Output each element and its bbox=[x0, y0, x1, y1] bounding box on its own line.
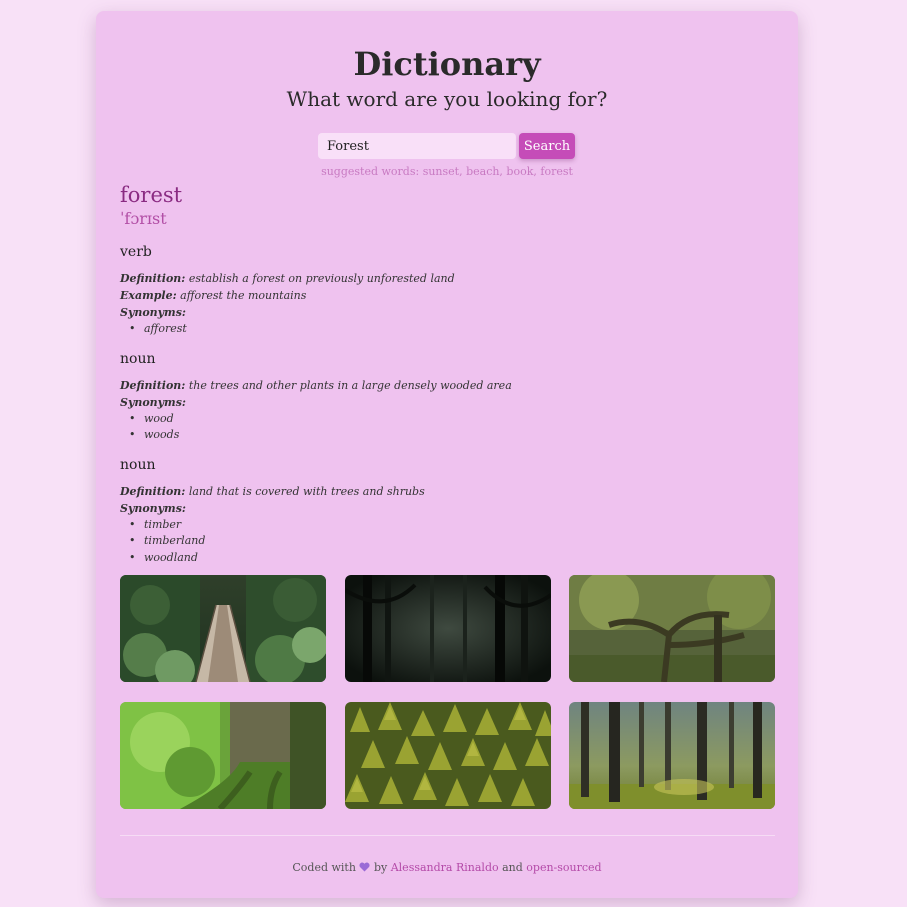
suggested-words: suggested words: sunset, beach, book, fo… bbox=[321, 165, 573, 178]
photo-gallery bbox=[120, 575, 775, 809]
definition-label: Definition: bbox=[120, 272, 186, 285]
synonyms-list: afforest bbox=[120, 321, 760, 338]
forest-photo[interactable] bbox=[569, 702, 775, 809]
definition: Definition: land that is covered with tr… bbox=[120, 483, 760, 500]
open-sourced-link[interactable]: open-sourced bbox=[526, 861, 601, 874]
search-input[interactable] bbox=[318, 133, 516, 159]
part-of-speech: noun bbox=[120, 456, 156, 473]
meaning-item: noun Definition: the trees and other pla… bbox=[120, 350, 760, 444]
forest-photo[interactable] bbox=[120, 702, 326, 809]
definition-label: Definition: bbox=[120, 484, 186, 498]
meaning-item: verb Definition: establish a forest on p… bbox=[120, 243, 760, 338]
definition: Definition: the trees and other plants i… bbox=[120, 377, 760, 394]
part-of-speech: noun bbox=[120, 350, 156, 367]
synonyms-label: Synonyms: bbox=[120, 501, 186, 515]
synonym-item: afforest bbox=[120, 321, 760, 338]
forest-photo[interactable] bbox=[344, 575, 551, 682]
synonyms-label: Synonyms: bbox=[120, 395, 186, 409]
forest-photo[interactable] bbox=[120, 575, 326, 682]
definition-text: land that is covered with trees and shru… bbox=[188, 484, 425, 498]
result-word: forest bbox=[120, 183, 183, 207]
footer-divider bbox=[120, 835, 775, 836]
part-of-speech: verb bbox=[120, 244, 152, 260]
definition-text: the trees and other plants in a large de… bbox=[188, 378, 512, 392]
footer: Coded with by Alessandra Rinaldo and ope… bbox=[292, 861, 602, 875]
synonym-item: woods bbox=[120, 427, 760, 444]
synonym-item: wood bbox=[120, 411, 760, 428]
search-button[interactable]: Search bbox=[519, 133, 575, 159]
definition-text: establish a forest on previously unfores… bbox=[188, 272, 455, 285]
page-subtitle: What word are you looking for? bbox=[286, 87, 608, 111]
dictionary-card: Dictionary What word are you looking for… bbox=[96, 11, 798, 898]
synonyms-list: timber timberland woodland bbox=[120, 517, 760, 567]
definition: Definition: establish a forest on previo… bbox=[120, 270, 760, 287]
example: Example: afforest the mountains bbox=[120, 287, 760, 304]
synonym-item: timber bbox=[120, 517, 760, 534]
forest-photo[interactable] bbox=[344, 702, 551, 809]
forest-photo[interactable] bbox=[569, 575, 775, 682]
synonyms-list: wood woods bbox=[120, 411, 760, 444]
synonym-item: woodland bbox=[120, 550, 760, 567]
author-link[interactable]: Alessandra Rinaldo bbox=[391, 861, 499, 874]
definition-label: Definition: bbox=[120, 378, 186, 392]
meaning-item: noun Definition: land that is covered wi… bbox=[120, 456, 760, 567]
page-title: Dictionary bbox=[353, 45, 541, 83]
synonyms-label: Synonyms: bbox=[120, 306, 186, 319]
heart-icon bbox=[359, 862, 370, 875]
synonym-item: timberland bbox=[120, 533, 760, 550]
result-phonetic: ˈfɔrɪst bbox=[120, 209, 167, 228]
example-text: afforest the mountains bbox=[180, 289, 307, 302]
meanings-section: verb Definition: establish a forest on p… bbox=[120, 243, 760, 578]
example-label: Example: bbox=[120, 289, 177, 302]
